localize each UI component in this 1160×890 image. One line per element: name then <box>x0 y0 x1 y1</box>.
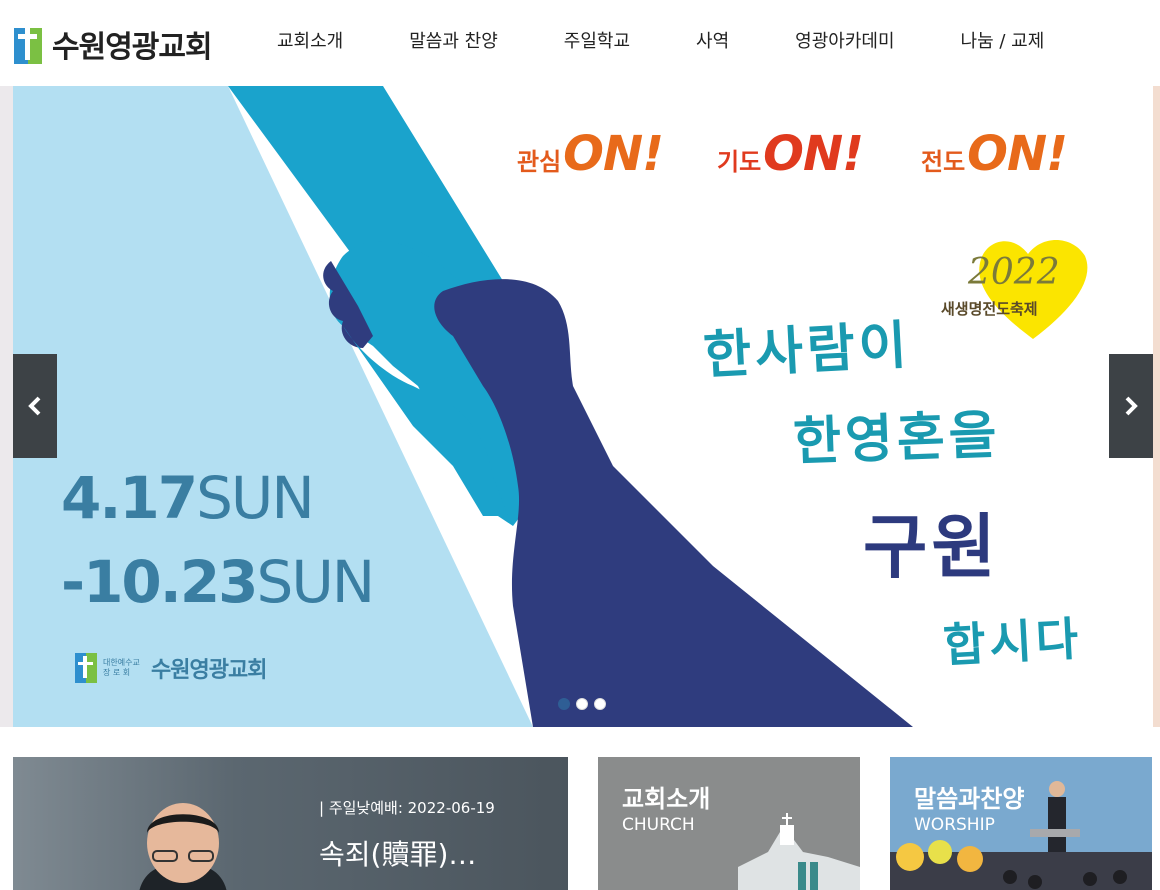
worship-card-title: 말씀과찬양 <box>914 785 1025 813</box>
nav-item-about[interactable]: 교회소개 <box>244 27 376 53</box>
worship-card-subtitle: WORSHIP <box>914 815 995 835</box>
slide-dot-3[interactable] <box>594 698 606 710</box>
latest-sermon-card[interactable]: | 주일낮예배: 2022-06-19 속죄(贖罪)… <box>13 757 568 890</box>
chevron-right-icon <box>1125 396 1138 416</box>
next-slide-peek <box>1153 86 1160 727</box>
site-header: 수원영광교회 교회소개 말씀과 찬양 주일학교 사역 영광아카데미 나눔 / 교… <box>0 0 1160 86</box>
church-card-title: 교회소개 <box>622 785 711 813</box>
calligraphy-line-4: 합시다 <box>941 611 1084 673</box>
nav-item-sunday-school[interactable]: 주일학교 <box>531 27 663 53</box>
banner-church-logo: 대한예수교 장 로 회 수원영광교회 <box>75 652 267 684</box>
nav-item-ministry[interactable]: 사역 <box>663 27 762 53</box>
festival-year: 2022 <box>968 252 1060 293</box>
pastor-photo <box>139 803 227 890</box>
slogan-prayer: 기도 ON! <box>717 126 864 182</box>
nav-item-academy[interactable]: 영광아카데미 <box>762 27 927 53</box>
church-logo[interactable]: 수원영광교회 <box>14 22 213 66</box>
logo-text: 수원영광교회 <box>52 30 213 65</box>
church-intro-card[interactable]: 교회소개 CHURCH <box>598 757 860 890</box>
cross-logo-icon <box>75 653 97 683</box>
event-end-date: -10.23SUN <box>61 548 375 616</box>
denomination-text: 대한예수교 장 로 회 <box>103 658 140 677</box>
banner-logo-name: 수원영광교회 <box>151 658 267 683</box>
slogan-interest: 관심 ON! <box>517 126 664 182</box>
calligraphy-line-3: 구원 <box>863 506 1000 588</box>
nav-item-fellowship[interactable]: 나눔 / 교제 <box>928 27 1078 53</box>
slide-indicator <box>558 698 606 710</box>
festival-name: 새생명전도축제 <box>941 300 1038 318</box>
slider-left-edge <box>0 86 13 727</box>
slide-dot-1[interactable] <box>558 698 570 710</box>
church-card-subtitle: CHURCH <box>622 815 695 835</box>
calligraphy-line-2: 한영혼을 <box>792 405 1002 473</box>
next-slide-button[interactable] <box>1109 354 1153 458</box>
main-nav: 교회소개 말씀과 찬양 주일학교 사역 영광아카데미 나눔 / 교제 <box>244 0 1077 80</box>
worship-card[interactable]: 말씀과찬양 WORSHIP <box>890 757 1152 890</box>
slogan-evangelism: 전도 ON! <box>921 126 1068 182</box>
event-start-date: 4.17SUN <box>61 464 315 532</box>
calligraphy-line-1: 한사람이 <box>701 315 913 387</box>
prev-slide-button[interactable] <box>13 354 57 458</box>
sermon-date: | 주일낮예배: 2022-06-19 <box>319 799 495 817</box>
main-banner-slider: 관심 ON! 기도 ON! 전도 ON! 2022 새생명전도축제 한사람이 한… <box>13 86 1153 727</box>
slide-dot-2[interactable] <box>576 698 588 710</box>
chevron-left-icon <box>28 396 41 416</box>
cross-logo-icon <box>14 24 44 64</box>
nav-item-word-praise[interactable]: 말씀과 찬양 <box>376 27 531 53</box>
sermon-title[interactable]: 속죄(贖罪)… <box>319 833 476 873</box>
